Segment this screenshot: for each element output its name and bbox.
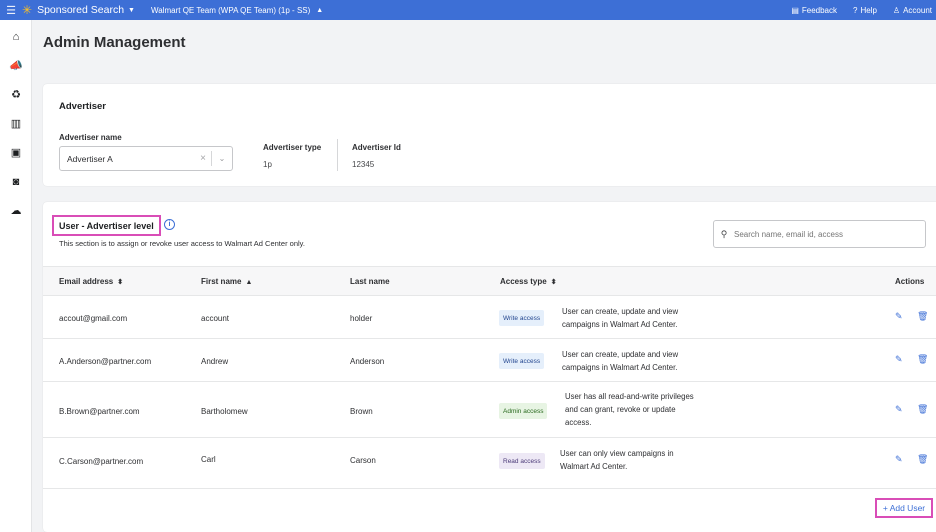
- sort-icon[interactable]: ⬍: [117, 279, 123, 286]
- delete-icon[interactable]: 🗑: [917, 454, 928, 465]
- column-last-name: Last name: [350, 277, 390, 286]
- search-field[interactable]: ⚲: [713, 220, 926, 248]
- column-email[interactable]: Email address ⬍: [59, 277, 123, 286]
- delete-icon[interactable]: 🗑: [917, 404, 928, 415]
- email-cell: A.Anderson@partner.com: [59, 357, 152, 366]
- feedback-link[interactable]: ▤ Feedback: [791, 6, 837, 15]
- delete-icon[interactable]: 🗑: [917, 311, 928, 322]
- hamburger-menu-icon[interactable]: ☰: [0, 4, 22, 17]
- first-name-cell: Carl: [201, 455, 216, 464]
- search-icon: ⚲: [720, 228, 728, 239]
- email-cell: C.Carson@partner.com: [59, 457, 144, 466]
- email-cell: accout@gmail.com: [59, 314, 128, 323]
- column-actions: Actions: [895, 277, 925, 286]
- edit-icon[interactable]: ✎: [895, 454, 903, 465]
- advertiser-name-select[interactable]: Advertiser A × ⌄: [59, 146, 233, 171]
- email-cell: B.Brown@partner.com: [59, 407, 140, 416]
- feedback-icon: ▤: [791, 5, 799, 15]
- access-description: User can create, update and view campaign…: [562, 350, 679, 372]
- column-first-name[interactable]: First name ▲: [201, 277, 252, 286]
- chevron-down-icon[interactable]: ▼: [128, 7, 135, 14]
- edit-icon[interactable]: ✎: [895, 311, 903, 322]
- advertiser-type-label: Advertiser type: [263, 143, 322, 152]
- table-row: accout@gmail.com account holder Write ac…: [43, 296, 936, 339]
- access-description: User can only view campaigns in Walmart A…: [560, 449, 674, 471]
- bar-chart-icon[interactable]: ▥: [0, 109, 32, 138]
- last-name-cell: holder: [350, 314, 373, 323]
- section-title: User - Advertiser level: [52, 215, 161, 236]
- first-name-cell: Bartholomew: [201, 407, 248, 416]
- team-switcher[interactable]: Walmart QE Team (WPA QE Team) (1p - SS): [151, 6, 310, 15]
- advertiser-id-label: Advertiser Id: [352, 143, 401, 152]
- access-badge: Write access: [499, 353, 545, 369]
- home-icon[interactable]: ⌂: [0, 22, 32, 51]
- advertiser-id-value: 12345: [352, 160, 375, 169]
- table-row: C.Carson@partner.com Carl Carson Read ac…: [43, 438, 936, 489]
- table-header: Email address ⬍ First name ▲ Last name Acc…: [43, 266, 936, 296]
- divider: [337, 139, 338, 171]
- delete-icon[interactable]: 🗑: [917, 354, 928, 365]
- access-badge: Read access: [499, 453, 545, 469]
- last-name-cell: Carson: [350, 456, 376, 465]
- video-icon[interactable]: ◙: [0, 167, 32, 196]
- help-icon: ?: [853, 5, 858, 15]
- first-name-cell: Andrew: [201, 357, 229, 366]
- sort-icon[interactable]: ⬍: [551, 279, 557, 286]
- advertiser-card-title: Advertiser: [59, 101, 106, 112]
- chevron-down-icon[interactable]: ⌄: [212, 154, 232, 163]
- search-input[interactable]: [734, 229, 914, 239]
- page-title: Admin Management: [43, 34, 186, 51]
- table-row: A.Anderson@partner.com Andrew Anderson W…: [43, 339, 936, 382]
- access-description: User has all read-and-write privileges an…: [565, 392, 694, 427]
- user-icon: ♙: [892, 5, 901, 15]
- edit-icon[interactable]: ✎: [895, 354, 903, 365]
- users-card: User - Advertiser level i This section i…: [43, 202, 936, 532]
- product-switcher[interactable]: Sponsored Search: [37, 4, 124, 16]
- recycle-icon[interactable]: ♻: [0, 80, 32, 109]
- cloud-upload-icon[interactable]: ☁: [0, 196, 32, 225]
- first-name-cell: account: [201, 314, 230, 323]
- top-bar: ☰ ✳ Sponsored Search ▼ Walmart QE Team (…: [0, 0, 936, 20]
- advertiser-card: Advertiser Advertiser name Advertiser A …: [43, 84, 936, 186]
- megaphone-icon[interactable]: 📣: [0, 51, 32, 80]
- table-row: B.Brown@partner.com Bartholomew Brown Ad…: [43, 382, 936, 438]
- clipboard-icon[interactable]: ▣: [0, 138, 32, 167]
- add-user-button[interactable]: + Add User: [875, 498, 933, 518]
- help-link[interactable]: ? Help: [853, 6, 877, 15]
- last-name-cell: Brown: [350, 407, 373, 416]
- section-description: This section is to assign or revoke user…: [59, 239, 305, 248]
- advertiser-name-value: Advertiser A: [67, 153, 113, 164]
- chevron-up-icon[interactable]: ▲: [316, 7, 323, 14]
- info-icon[interactable]: i: [164, 219, 175, 230]
- access-badge: Write access: [499, 310, 545, 326]
- edit-icon[interactable]: ✎: [895, 404, 903, 415]
- advertiser-type-value: 1p: [263, 160, 272, 169]
- account-link[interactable]: ♙ Account: [893, 6, 932, 15]
- access-badge: Admin access: [499, 403, 548, 419]
- clear-icon[interactable]: ×: [195, 153, 211, 164]
- sidebar: ⌂ 📣 ♻ ▥ ▣ ◙ ☁: [0, 20, 32, 532]
- access-description: User can create, update and view campaign…: [562, 307, 679, 329]
- last-name-cell: Anderson: [350, 357, 385, 366]
- column-access-type[interactable]: Access type ⬍: [500, 277, 557, 286]
- walmart-spark-icon: ✳: [22, 3, 33, 17]
- sort-ascending-icon[interactable]: ▲: [245, 279, 252, 286]
- advertiser-name-label: Advertiser name: [59, 133, 122, 142]
